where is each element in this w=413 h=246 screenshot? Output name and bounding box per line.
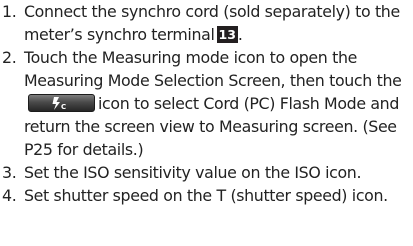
step-text: Touch the Measuring mode icon to open th… bbox=[24, 46, 413, 161]
step-number: 4. bbox=[2, 186, 17, 205]
svg-text:C: C bbox=[61, 103, 66, 111]
cord-pc-flash-mode-icon: C bbox=[28, 94, 95, 112]
flash-cord-glyph-icon: C bbox=[52, 97, 66, 111]
instruction-list: 1. Connect the synchro cord (sold separa… bbox=[0, 0, 413, 246]
step-text: Set shutter speed on the T (shutter spee… bbox=[24, 186, 388, 205]
step-number: 3. bbox=[2, 163, 17, 182]
step-2: 2. Touch the Measuring mode icon to open… bbox=[0, 46, 413, 161]
step-text: Set the ISO sensitivity value on the ISO… bbox=[24, 163, 362, 182]
step-3: 3. Set the ISO sensitivity value on the … bbox=[0, 161, 413, 184]
step-number: 1. bbox=[2, 2, 17, 21]
step-text-part: . bbox=[237, 25, 243, 44]
step-text: Connect the synchro cord (sold separatel… bbox=[24, 0, 413, 46]
synchro-terminal-ref-badge: 13 bbox=[216, 26, 238, 43]
step-number: 2. bbox=[2, 48, 17, 67]
step-text-part: Touch the Measuring mode icon to open th… bbox=[24, 48, 402, 90]
step-1: 1. Connect the synchro cord (sold separa… bbox=[0, 0, 413, 46]
step-4: 4. Set shutter speed on the T (shutter s… bbox=[0, 184, 413, 207]
step-text-part: Connect the synchro cord (sold separatel… bbox=[24, 2, 400, 44]
